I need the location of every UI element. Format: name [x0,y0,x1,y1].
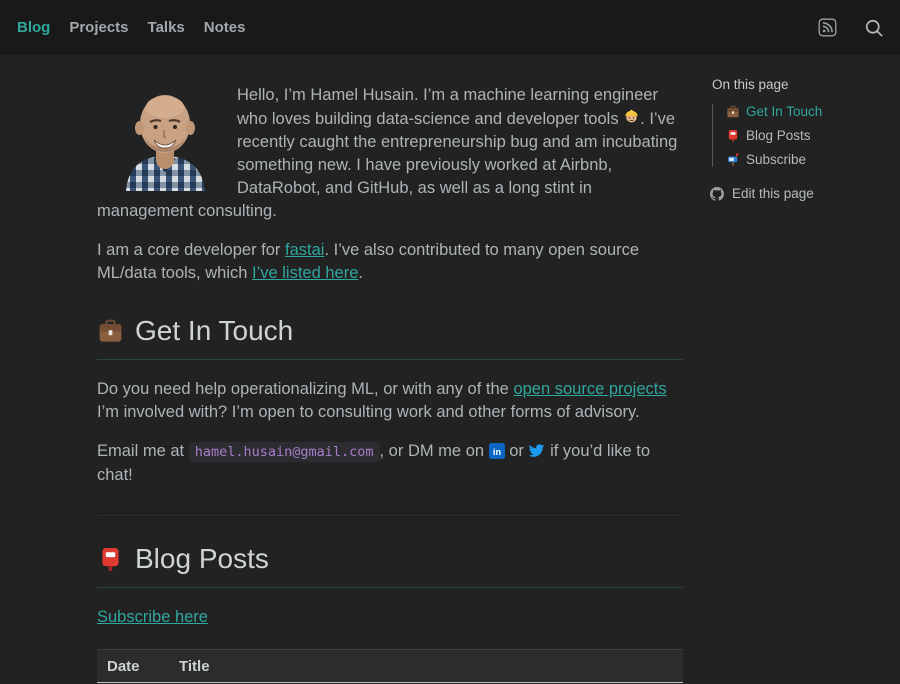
github-icon [710,187,724,201]
email-address[interactable]: hamel.husain@gmail.com [189,442,380,462]
toc-heading: On this page [712,77,892,92]
blog-posts-heading: Blog Posts [97,541,683,588]
nav-item-blog[interactable]: Blog [17,19,50,36]
edit-this-page-label: Edit this page [732,186,814,201]
toc-item-get-in-touch[interactable]: Get In Touch [726,104,892,119]
edit-this-page-link[interactable]: Edit this page [710,186,892,201]
profile-photo [118,86,213,191]
search-icon[interactable] [864,18,884,38]
postbox-icon [726,129,740,143]
toc-item-subscribe[interactable]: Subscribe [726,152,892,167]
nav-item-talks[interactable]: Talks [148,19,185,36]
briefcase-icon [726,105,740,119]
intro-paragraph-2: I am a core developer for fastai. I’ve a… [97,239,683,285]
subscribe-here-link[interactable]: Subscribe here [97,608,208,626]
nav-item-projects[interactable]: Projects [69,19,128,36]
briefcase-icon [97,318,124,345]
linkedin-icon[interactable]: in [489,443,505,459]
section-divider [97,513,683,515]
intro-paragraph: Hello, I’m Hamel Husain. I’m a machine l… [97,84,683,223]
consulting-text-2: I’m involved with? I’m open to consultin… [97,403,640,421]
p2-text-3: . [358,264,363,282]
toc-item-label: Blog Posts [746,128,811,143]
subscribe-paragraph: Subscribe here [97,606,683,629]
blog-posts-table: Date Title 1/16/23 Why Should ML Enginee… [97,649,683,684]
intro-text-1: Hello, I’m Hamel Husain. I’m a machine l… [237,86,658,128]
svg-text:in: in [493,447,502,457]
rss-icon[interactable] [818,18,837,37]
date-column-header: Date [97,650,169,683]
mailbox-icon [726,153,740,167]
on-this-page-sidebar: On this page Get In Touch [712,77,892,201]
email-text-1: Email me at [97,442,189,460]
consulting-text-1: Do you need help operationalizing ML, or… [97,380,513,398]
postbox-icon [97,546,124,573]
construction-worker-emoji [623,107,640,124]
email-paragraph: Email me at hamel.husain@gmail.com, or D… [97,440,683,487]
p2-text-1: I am a core developer for [97,241,285,259]
email-text-2: , or DM me on [380,442,489,460]
nav-icons [818,18,884,38]
toc-item-label: Subscribe [746,152,806,167]
main-content: Hello, I’m Hamel Husain. I’m a machine l… [97,55,683,684]
toc-list: Get In Touch Blog Posts [712,104,892,167]
nav-links: Blog Projects Talks Notes [17,19,245,36]
page-body: Hello, I’m Hamel Husain. I’m a machine l… [0,55,900,684]
consulting-paragraph: Do you need help operationalizing ML, or… [97,378,683,424]
open-source-projects-link[interactable]: open source projects [513,380,666,398]
toc-item-blog-posts[interactable]: Blog Posts [726,128,892,143]
title-column-header: Title [169,650,683,683]
fastai-link[interactable]: fastai [285,241,324,259]
listed-here-link[interactable]: I’ve listed here [252,264,358,282]
toc-item-label: Get In Touch [746,104,822,119]
twitter-icon[interactable] [528,442,545,459]
top-navbar: Blog Projects Talks Notes [0,0,900,55]
email-text-3: or [505,442,529,460]
blog-posts-title: Blog Posts [135,541,269,577]
get-in-touch-title: Get In Touch [135,313,293,349]
nav-item-notes[interactable]: Notes [204,19,246,36]
get-in-touch-heading: Get In Touch [97,313,683,360]
table-header-row: Date Title [97,650,683,683]
